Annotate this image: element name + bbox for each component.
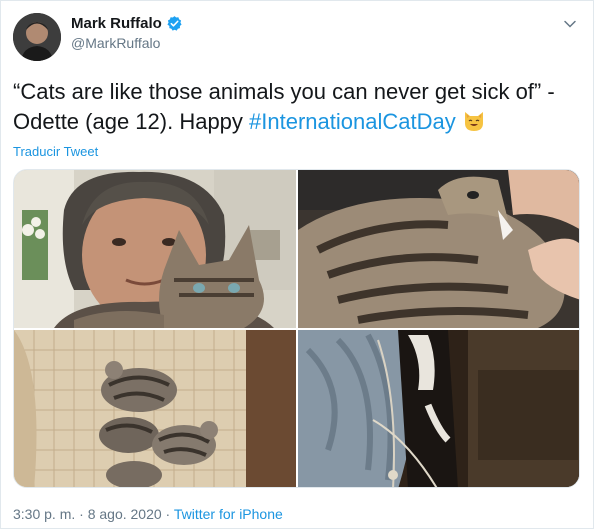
- media-grid: [13, 169, 580, 488]
- tweet-meta: 3:30 p. m. · 8 ago. 2020 · Twitter for i…: [13, 506, 283, 522]
- translate-tweet-link[interactable]: Traducir Tweet: [13, 144, 98, 159]
- source-link[interactable]: Twitter for iPhone: [174, 506, 283, 522]
- chevron-down-icon[interactable]: [563, 17, 577, 31]
- verified-badge-icon: [166, 15, 183, 32]
- author-name[interactable]: Mark Ruffalo: [71, 15, 162, 32]
- hashtag-link[interactable]: #InternationalCatDay: [249, 109, 456, 134]
- photo-man-with-kitten[interactable]: [14, 170, 296, 328]
- photo-kitten-closeup[interactable]: [298, 170, 579, 328]
- smiling-cat-emoji-icon: [462, 109, 486, 133]
- author-handle[interactable]: @MarkRuffalo: [71, 35, 183, 51]
- avatar-image: [13, 13, 61, 61]
- photo-kittens-sleeping[interactable]: [14, 330, 296, 487]
- photo-kitten-in-bag[interactable]: [298, 330, 579, 487]
- avatar[interactable]: [13, 13, 61, 61]
- timestamp[interactable]: 3:30 p. m. · 8 ago. 2020 ·: [13, 506, 174, 522]
- author-block: Mark Ruffalo @MarkRuffalo: [71, 15, 183, 51]
- tweet-text: “Cats are like those animals you can nev…: [13, 77, 583, 137]
- tweet-card: Mark Ruffalo @MarkRuffalo “Cats are like…: [0, 0, 594, 529]
